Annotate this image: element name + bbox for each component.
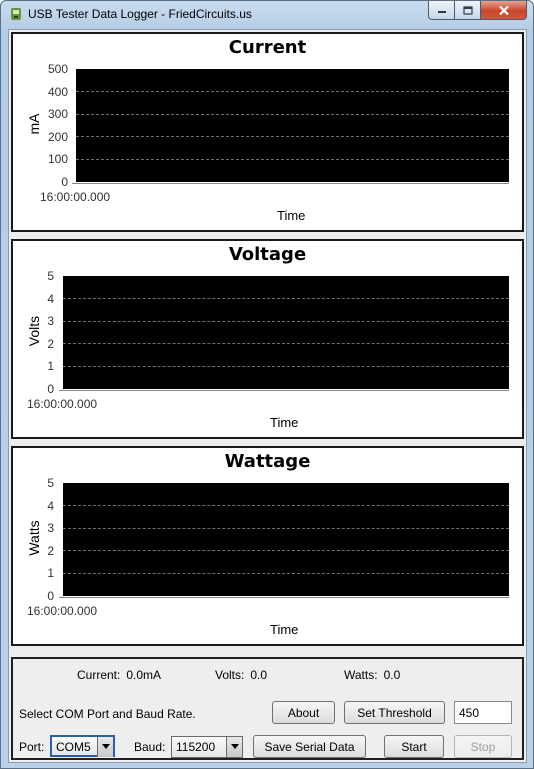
maximize-icon xyxy=(462,5,473,15)
volts-value: 0.0 xyxy=(250,668,268,682)
y-tick-label: 200 xyxy=(47,130,68,144)
y-tick-label: 500 xyxy=(47,62,68,76)
gridline xyxy=(63,321,509,322)
y-tick-label: 3 xyxy=(47,521,54,535)
x-axis-label: Time xyxy=(270,415,299,430)
y-tick-label: 0 xyxy=(61,175,68,189)
chart-title: Wattage xyxy=(224,451,311,472)
chart-title: Current xyxy=(228,37,307,58)
x-axis-line xyxy=(72,183,509,184)
save-serial-data-button[interactable]: Save Serial Data xyxy=(253,735,366,758)
port-select[interactable]: COM5 xyxy=(50,735,115,757)
gridline xyxy=(76,159,509,160)
y-tick-label: 1 xyxy=(47,566,54,580)
wattage-plot-area xyxy=(63,483,509,596)
status-text: Select COM Port and Baud Rate. xyxy=(19,707,196,721)
controls-panel: Current: 0.0mA Volts: 0.0 Watts: 0.0 Select… xyxy=(11,657,524,760)
y-tick-label: 4 xyxy=(47,292,54,306)
voltage-chart-panel: Voltage Volts 5 4 3 2 1 0 16:00:00.000 T… xyxy=(11,239,524,439)
chart-title: Voltage xyxy=(228,244,307,265)
y-tick-label: 0 xyxy=(47,382,54,396)
maximize-button[interactable] xyxy=(455,1,481,20)
gridline xyxy=(76,136,509,137)
wattage-chart-panel: Wattage Watts 5 4 3 2 1 0 16:00:00.000 T… xyxy=(11,446,524,646)
app-window: USB Tester Data Logger - FriedCircuits.u… xyxy=(0,0,534,769)
gridline xyxy=(63,550,509,551)
gridline xyxy=(63,528,509,529)
volts-label: Volts: xyxy=(215,668,245,682)
current-chart-panel: Current mA 500 400 300 200 100 0 16:00:0… xyxy=(11,32,524,232)
gridline xyxy=(76,91,509,92)
current-value: 0.0mA xyxy=(126,668,162,682)
y-tick-label: 2 xyxy=(47,337,54,351)
watts-readout: Watts: 0.0 xyxy=(344,668,400,682)
close-icon xyxy=(498,5,509,15)
y-tick-label: 5 xyxy=(47,476,54,490)
gridline xyxy=(63,573,509,574)
gridline xyxy=(76,114,509,115)
port-label: Port: xyxy=(19,740,45,754)
chevron-down-icon[interactable] xyxy=(97,737,113,757)
baud-select[interactable]: 115200 xyxy=(171,736,243,758)
x-tick-label: 16:00:00.000 xyxy=(27,397,98,411)
y-tick-label: 5 xyxy=(47,269,54,283)
gridline xyxy=(63,298,509,299)
port-value: COM5 xyxy=(56,740,91,754)
client-area: Current mA 500 400 300 200 100 0 16:00:0… xyxy=(8,29,527,763)
current-plot-area xyxy=(76,69,509,182)
close-button[interactable] xyxy=(481,1,527,20)
window-controls xyxy=(428,1,527,20)
volts-readout: Volts: 0.0 xyxy=(215,668,267,682)
gridline xyxy=(63,366,509,367)
start-button[interactable]: Start xyxy=(384,735,444,758)
x-axis-line xyxy=(59,597,509,598)
x-tick-label: 16:00:00.000 xyxy=(27,604,98,618)
y-tick-label: 1 xyxy=(47,359,54,373)
baud-value: 115200 xyxy=(176,740,216,754)
minimize-icon xyxy=(437,11,446,13)
y-tick-label: 400 xyxy=(47,85,68,99)
y-tick-label: 300 xyxy=(47,107,68,121)
threshold-input[interactable] xyxy=(454,701,512,724)
watts-value: 0.0 xyxy=(383,668,401,682)
minimize-button[interactable] xyxy=(428,1,455,20)
y-tick-label: 100 xyxy=(47,152,68,166)
y-tick-label: 4 xyxy=(47,499,54,513)
y-tick-label: 2 xyxy=(47,544,54,558)
set-threshold-button[interactable]: Set Threshold xyxy=(344,701,445,724)
x-axis-line xyxy=(59,390,509,391)
stop-button[interactable]: Stop xyxy=(454,735,512,758)
baud-label: Baud: xyxy=(134,740,166,754)
usb-app-icon xyxy=(11,8,21,20)
window-title: USB Tester Data Logger - FriedCircuits.u… xyxy=(28,7,252,21)
y-tick-label: 0 xyxy=(47,589,54,603)
x-axis-label: Time xyxy=(277,208,306,223)
current-label: Current: xyxy=(77,668,121,682)
gridline xyxy=(63,505,509,506)
voltage-plot-area xyxy=(63,276,509,389)
watts-label: Watts: xyxy=(344,668,378,682)
chevron-down-icon[interactable] xyxy=(226,737,242,757)
x-tick-label: 16:00:00.000 xyxy=(40,190,111,204)
y-tick-label: 3 xyxy=(47,314,54,328)
about-button[interactable]: About xyxy=(272,701,335,724)
gridline xyxy=(63,343,509,344)
current-readout: Current: 0.0mA xyxy=(77,668,161,682)
x-axis-label: Time xyxy=(270,622,299,637)
title-bar[interactable]: USB Tester Data Logger - FriedCircuits.u… xyxy=(1,1,533,27)
